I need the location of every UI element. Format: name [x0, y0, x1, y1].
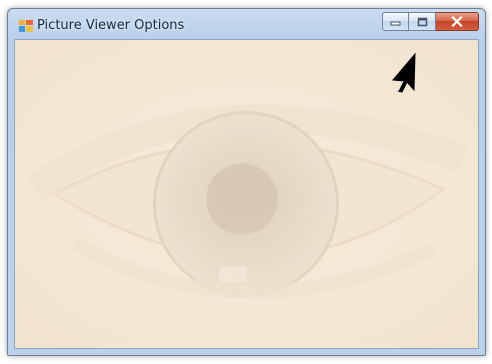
mouse-cursor-arrow-icon — [392, 52, 416, 93]
close-icon — [451, 16, 463, 27]
close-button[interactable] — [436, 12, 479, 31]
window-title: Picture Viewer Options — [37, 18, 185, 33]
maximize-icon — [417, 17, 427, 26]
caption-buttons — [382, 12, 479, 31]
maximize-button[interactable] — [409, 12, 436, 31]
minimize-button[interactable] — [382, 12, 409, 31]
minimize-icon — [390, 21, 401, 26]
title-bar[interactable]: Picture Viewer Options — [8, 9, 485, 39]
app-icon — [19, 20, 33, 32]
